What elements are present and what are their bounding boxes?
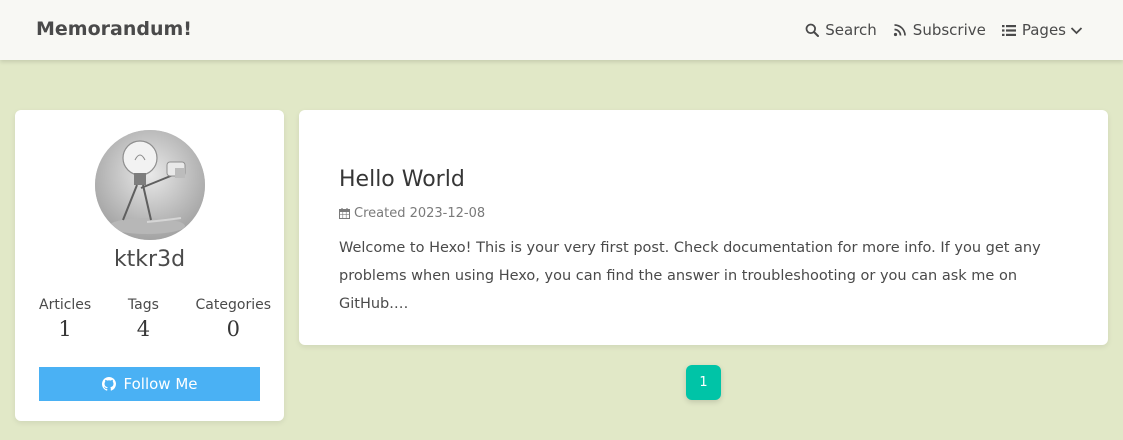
navbar: Memorandum! Search Subscrive Pages <box>0 0 1123 60</box>
post-date: Created 2023-12-08 <box>354 206 486 221</box>
nav-subscribe-label: Subscrive <box>912 21 986 39</box>
stat-label: Articles <box>39 297 92 313</box>
post-meta: Created 2023-12-08 <box>339 206 485 221</box>
post-title[interactable]: Hello World <box>339 167 465 192</box>
github-icon <box>101 377 116 391</box>
site-brand[interactable]: Memorandum! <box>36 18 192 40</box>
pagination-page-1[interactable]: 1 <box>686 365 721 400</box>
follow-me-label: Follow Me <box>123 375 198 393</box>
nav-search-label: Search <box>825 21 877 39</box>
rss-icon <box>893 24 906 37</box>
nav-search[interactable]: Search <box>805 21 877 39</box>
nav-pages-label: Pages <box>1021 21 1066 39</box>
stat-label: Categories <box>195 297 271 313</box>
nav-menu: Search Subscrive Pages <box>789 21 1083 39</box>
follow-me-button[interactable]: Follow Me <box>39 367 260 401</box>
nav-pages-dropdown[interactable]: Pages <box>1001 21 1083 39</box>
post-excerpt: Welcome to Hexo! This is your very first… <box>339 240 1041 312</box>
profile-username: ktkr3d <box>113 247 186 272</box>
stat-value: 0 <box>226 317 240 341</box>
stat-value: 1 <box>58 317 72 341</box>
profile-card: ktkr3d Articles 1 Tags 4 Categories 0 Fo… <box>15 110 284 421</box>
profile-stats: Articles 1 Tags 4 Categories 0 <box>39 297 271 341</box>
stat-tags[interactable]: Tags 4 <box>128 297 159 341</box>
search-icon <box>805 23 820 37</box>
stat-categories[interactable]: Categories 0 <box>196 297 271 341</box>
stat-label: Tags <box>127 297 159 313</box>
chevron-down-icon <box>1070 26 1083 34</box>
calendar-icon <box>339 208 350 219</box>
stat-articles[interactable]: Articles 1 <box>39 297 91 341</box>
nav-subscribe[interactable]: Subscrive <box>893 21 986 39</box>
list-icon <box>1001 24 1016 36</box>
stat-value: 4 <box>136 317 151 341</box>
post-card: Hello World Created 2023-12-08 Welcome t… <box>299 110 1108 345</box>
avatar <box>95 130 205 240</box>
